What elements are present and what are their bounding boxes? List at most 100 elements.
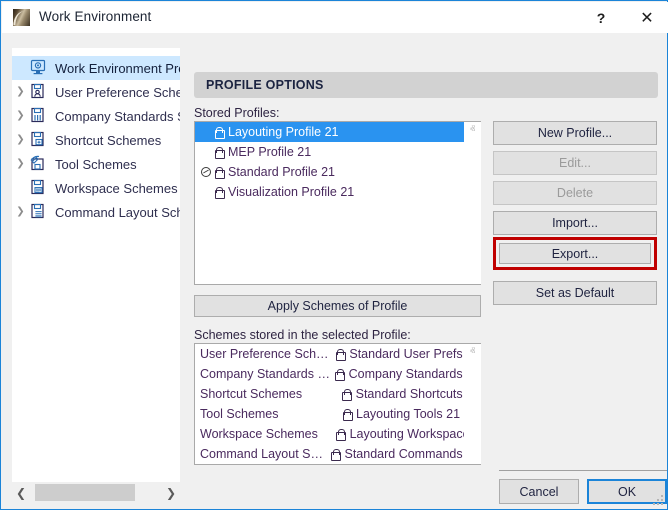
lock-icon — [333, 347, 346, 361]
scheme-value: Standard Shortcuts 21 — [356, 387, 480, 401]
scheme-category: Command Layout Sch... — [200, 447, 329, 461]
stored-profiles-list[interactable]: Layouting Profile 21 MEP Profile 21 Stan… — [194, 121, 481, 285]
help-button[interactable]: ? — [578, 3, 624, 33]
list-item[interactable]: Visualization Profile 21 — [195, 182, 480, 202]
export-button[interactable]: Export... — [499, 243, 651, 264]
window-title: Work Environment — [39, 9, 151, 24]
sidebar-item-label: Workspace Schemes — [55, 181, 178, 196]
sidebar-item-command-layout-schemes[interactable]: ❯ Command Layout Sche — [12, 200, 180, 224]
scroll-right-icon[interactable]: ❯ — [162, 482, 180, 503]
chevron-right-icon[interactable]: ❯ — [12, 135, 29, 145]
new-profile-button[interactable]: New Profile... — [493, 121, 657, 145]
sidebar-item-label: User Preference Schem — [55, 85, 180, 100]
lock-icon — [333, 367, 346, 381]
lock-icon — [329, 447, 342, 461]
scheme-category: User Preference Sche... — [200, 347, 333, 361]
scheme-value: Standard User Prefs 21 — [349, 347, 480, 361]
scroll-down-icon[interactable]: ⱟ — [464, 267, 481, 284]
lock-icon — [340, 407, 353, 421]
delete-button: Delete — [493, 181, 657, 205]
table-row[interactable]: User Preference Sche... Standard User Pr… — [195, 344, 480, 364]
scheme-tree-panel: ❯ Work Environment Profi ❯ — [12, 48, 180, 482]
list-item[interactable]: MEP Profile 21 — [195, 142, 480, 162]
scroll-down-icon[interactable]: ⱟ — [464, 447, 481, 464]
profile-name: Layouting Profile 21 — [228, 125, 339, 139]
apply-schemes-of-profile-button[interactable]: Apply Schemes of Profile — [194, 295, 481, 317]
profile-name: MEP Profile 21 — [228, 145, 311, 159]
edit-button: Edit... — [493, 151, 657, 175]
scrollbar-thumb[interactable] — [35, 484, 135, 501]
table-row[interactable]: Tool Schemes Layouting Tools 21 — [195, 404, 480, 424]
workspace-schemes-icon — [29, 179, 49, 197]
scroll-up-icon[interactable]: ⱏ — [464, 344, 481, 361]
sidebar-item-label: Shortcut Schemes — [55, 133, 161, 148]
stored-profiles-scrollbar[interactable]: ⱏ ⱟ — [464, 122, 481, 284]
list-item[interactable]: Layouting Profile 21 — [195, 122, 480, 142]
lock-icon — [340, 387, 353, 401]
sidebar-item-company-standards-schemes[interactable]: ❯ Company Standards S — [12, 104, 180, 128]
sidebar-item-label: Work Environment Profi — [55, 61, 180, 76]
user-preferences-icon — [29, 83, 49, 101]
table-row[interactable]: Workspace Schemes Layouting Workspace... — [195, 424, 480, 444]
chevron-right-icon[interactable]: ❯ — [12, 111, 29, 121]
scheme-value: Company Standards 21 — [349, 367, 480, 381]
scroll-up-icon[interactable]: ⱏ — [464, 122, 481, 139]
scheme-value: Layouting Tools 21 — [356, 407, 460, 421]
archicad-logo-icon — [13, 9, 30, 26]
lock-icon — [212, 125, 225, 139]
scheme-tree: ❯ Work Environment Profi ❯ — [12, 56, 180, 224]
scheme-category: Company Standards S... — [200, 367, 333, 381]
chevron-right-icon[interactable]: ❯ — [12, 87, 29, 97]
lock-icon — [334, 427, 347, 441]
schemes-list[interactable]: User Preference Sche... Standard User Pr… — [194, 343, 481, 465]
command-layout-icon — [29, 203, 49, 221]
sidebar-item-work-environment-profiles[interactable]: ❯ Work Environment Profi — [12, 56, 180, 80]
chevron-right-icon[interactable]: ❯ — [12, 159, 29, 169]
work-environment-dialog: Work Environment ? ✕ ❯ Work Environment … — [0, 0, 668, 510]
scroll-left-icon[interactable]: ❮ — [12, 482, 30, 503]
table-row[interactable]: Company Standards S... Company Standards… — [195, 364, 480, 384]
default-marker-icon — [201, 187, 211, 197]
profile-name: Standard Profile 21 — [228, 165, 335, 179]
sidebar-item-workspace-schemes[interactable]: ❯ Workspace Schemes — [12, 176, 180, 200]
stored-profiles-label: Stored Profiles: — [194, 106, 279, 120]
panel-header: PROFILE OPTIONS — [194, 72, 658, 98]
monitor-gear-icon — [29, 59, 49, 77]
sidebar-item-label: Command Layout Sche — [55, 205, 180, 220]
default-marker-icon — [201, 167, 211, 177]
close-button[interactable]: ✕ — [624, 3, 668, 33]
chevron-right-icon[interactable]: ❯ — [12, 207, 29, 217]
company-standards-icon — [29, 107, 49, 125]
sidebar-item-label: Company Standards S — [55, 109, 180, 124]
scheme-category: Workspace Schemes — [200, 427, 334, 441]
resize-grip[interactable] — [653, 495, 663, 505]
title-bar: Work Environment ? ✕ — [2, 2, 668, 33]
import-button[interactable]: Import... — [493, 211, 657, 235]
table-row[interactable]: Shortcut Schemes Standard Shortcuts 21 — [195, 384, 480, 404]
schemes-scrollbar[interactable]: ⱏ ⱟ — [464, 344, 481, 464]
lock-icon — [212, 185, 225, 199]
sidebar-horizontal-scrollbar[interactable]: ❮ ❯ — [12, 482, 180, 503]
scheme-category: Shortcut Schemes — [200, 387, 340, 401]
profile-name: Visualization Profile 21 — [228, 185, 354, 199]
sidebar-item-label: Tool Schemes — [55, 157, 137, 172]
default-marker-icon — [201, 127, 211, 137]
scheme-category: Tool Schemes — [200, 407, 340, 421]
sidebar-item-user-preference-schemes[interactable]: ❯ User Preference Schem — [12, 80, 180, 104]
lock-icon — [212, 145, 225, 159]
footer-divider — [499, 470, 667, 471]
tool-schemes-hammer-icon — [29, 155, 49, 173]
shortcut-schemes-icon — [29, 131, 49, 149]
set-as-default-button[interactable]: Set as Default — [493, 281, 657, 305]
schemes-label: Schemes stored in the selected Profile: — [194, 328, 411, 342]
table-row[interactable]: Command Layout Sch... Standard Commands … — [195, 444, 480, 464]
list-item[interactable]: Standard Profile 21 — [195, 162, 480, 182]
sidebar-item-tool-schemes[interactable]: ❯ Tool Schemes — [12, 152, 180, 176]
lock-icon — [212, 165, 225, 179]
default-marker-icon — [201, 147, 211, 157]
cancel-button[interactable]: Cancel — [499, 479, 579, 504]
scheme-value: Layouting Workspace... — [350, 427, 480, 441]
scheme-value: Standard Commands 21 — [345, 447, 481, 461]
page-title: PROFILE OPTIONS — [206, 78, 324, 92]
sidebar-item-shortcut-schemes[interactable]: ❯ Shortcut Schemes — [12, 128, 180, 152]
